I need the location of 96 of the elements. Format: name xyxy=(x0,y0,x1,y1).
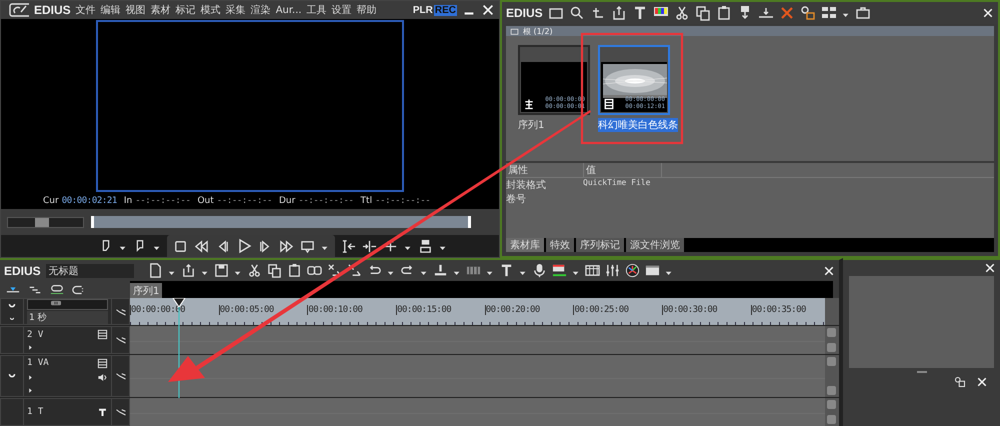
ruler-label: 00:00:30:00 xyxy=(662,305,751,315)
copy-icon[interactable] xyxy=(266,263,282,278)
shuttle-slider[interactable] xyxy=(7,216,84,228)
zoom-slider[interactable] xyxy=(27,299,108,310)
scale-selector[interactable]: 1 秒 xyxy=(27,310,108,324)
speaker-icon xyxy=(97,372,108,384)
ruler-label: 00:00:25:00 xyxy=(573,305,662,315)
loop-icon[interactable] xyxy=(300,238,315,254)
window-icon[interactable] xyxy=(644,263,660,278)
track-name: 1 VA xyxy=(27,358,49,368)
track-name: 1 T xyxy=(27,407,44,417)
property-name: 封装格式 xyxy=(506,178,547,192)
column-header: 值 xyxy=(584,163,662,177)
property-name: 卷号 xyxy=(506,193,527,206)
clip-name: 序列1 xyxy=(518,118,544,132)
timecode-value: --:--:--:-- xyxy=(375,196,430,206)
paste-icon[interactable] xyxy=(286,263,302,278)
render-icon[interactable] xyxy=(552,263,567,278)
fast-forward-icon[interactable] xyxy=(279,238,294,254)
menu-item[interactable]: 视图 xyxy=(126,3,146,17)
menu-item[interactable]: 帮助 xyxy=(356,3,377,17)
copy-icon[interactable] xyxy=(694,5,711,21)
menu-item[interactable]: 工具 xyxy=(306,3,327,17)
search-icon[interactable] xyxy=(568,5,585,21)
menu-item[interactable]: 模式 xyxy=(200,3,221,17)
timecode-value: --:--:--:-- xyxy=(216,196,272,206)
track-name: 2 V xyxy=(27,330,44,340)
tab[interactable]: 特效 xyxy=(546,238,574,252)
timecode-label: Dur xyxy=(279,196,296,206)
clip-name: 科幻唯美白色线条 xyxy=(598,118,678,132)
scale-value: 1 秒 xyxy=(29,312,47,324)
sequence-tab[interactable]: 序列1 xyxy=(130,283,162,298)
timecode-label: Out xyxy=(197,196,214,206)
cut-icon[interactable] xyxy=(246,263,262,278)
menu-item[interactable]: 采集 xyxy=(226,3,246,17)
timecode-value: --:--:--:-- xyxy=(135,196,190,206)
tab[interactable]: 源文件浏览 xyxy=(626,238,684,252)
mixer-icon[interactable] xyxy=(604,263,620,278)
menu-item[interactable]: 文件 xyxy=(76,3,96,17)
properties-icon[interactable] xyxy=(800,5,816,21)
tab[interactable]: 素材库 xyxy=(506,238,544,252)
waveform-icon[interactable] xyxy=(50,282,64,296)
microphone-icon[interactable] xyxy=(532,263,547,278)
close-icon[interactable] xyxy=(481,3,495,17)
mode-toggle[interactable]: REC xyxy=(434,4,457,16)
link-icon[interactable] xyxy=(306,263,322,278)
stop-icon[interactable] xyxy=(173,238,188,254)
sequence-icon xyxy=(523,98,535,110)
ruler-label: 00:00:20:00 xyxy=(484,305,574,315)
clip-icon xyxy=(603,98,615,110)
video-track-icon xyxy=(97,358,108,369)
close-icon[interactable] xyxy=(982,7,994,19)
menu-item[interactable]: 标记 xyxy=(176,3,196,17)
app-name: EDIUS xyxy=(4,264,41,278)
paste-icon[interactable] xyxy=(716,5,732,21)
table-icon[interactable] xyxy=(584,263,600,278)
video-track-icon xyxy=(97,329,108,340)
folder-icon xyxy=(510,26,519,36)
rewind-icon[interactable] xyxy=(194,238,209,254)
close-icon[interactable] xyxy=(984,262,996,274)
folder-path: 根 (1/2) xyxy=(523,26,553,36)
import-icon[interactable] xyxy=(610,5,627,21)
ruler-label: 00:00:15:00 xyxy=(396,305,485,315)
save-icon[interactable] xyxy=(214,263,229,278)
briefcase-icon[interactable] xyxy=(854,5,871,21)
timecode-value: --:--:--:-- xyxy=(298,196,354,206)
new-icon[interactable] xyxy=(148,263,163,278)
view-icon[interactable] xyxy=(820,5,837,21)
menu-item[interactable]: 素材 xyxy=(150,3,171,17)
slider-thumb[interactable] xyxy=(34,218,49,226)
mode-toggle[interactable]: PLR xyxy=(412,4,434,16)
close-icon[interactable] xyxy=(823,264,835,276)
cut-icon[interactable] xyxy=(674,5,690,21)
tab[interactable]: 序列标记 xyxy=(576,238,624,252)
app-name: EDIUS xyxy=(34,3,71,17)
title-track-icon xyxy=(97,406,108,418)
open-icon[interactable] xyxy=(180,263,196,278)
ruler-label: 00:00:10:00 xyxy=(307,305,396,315)
menu-item[interactable]: Aur... xyxy=(276,4,302,16)
timecode-label: In xyxy=(124,196,132,206)
property-value: QuickTime File xyxy=(583,178,650,189)
project-name-field[interactable]: 无标题 xyxy=(46,264,134,278)
overwrite-icon[interactable] xyxy=(362,238,377,254)
marker-icon[interactable] xyxy=(432,263,448,278)
menu-item[interactable]: 渲染 xyxy=(250,3,271,17)
expand-icon[interactable] xyxy=(27,344,34,351)
app-name: EDIUS xyxy=(506,6,543,20)
timecode-value: 00:00:02:21 xyxy=(62,196,117,206)
close-icon[interactable] xyxy=(976,376,988,388)
vectorscope-icon[interactable] xyxy=(624,263,640,278)
timecode-label: Cur xyxy=(43,196,59,206)
properties-icon[interactable] xyxy=(954,376,966,388)
insert-icon[interactable] xyxy=(341,238,356,254)
menu-item[interactable]: 编辑 xyxy=(100,3,121,17)
menu-item[interactable]: 设置 xyxy=(332,3,352,17)
timecode-label: Ttl xyxy=(360,196,372,206)
